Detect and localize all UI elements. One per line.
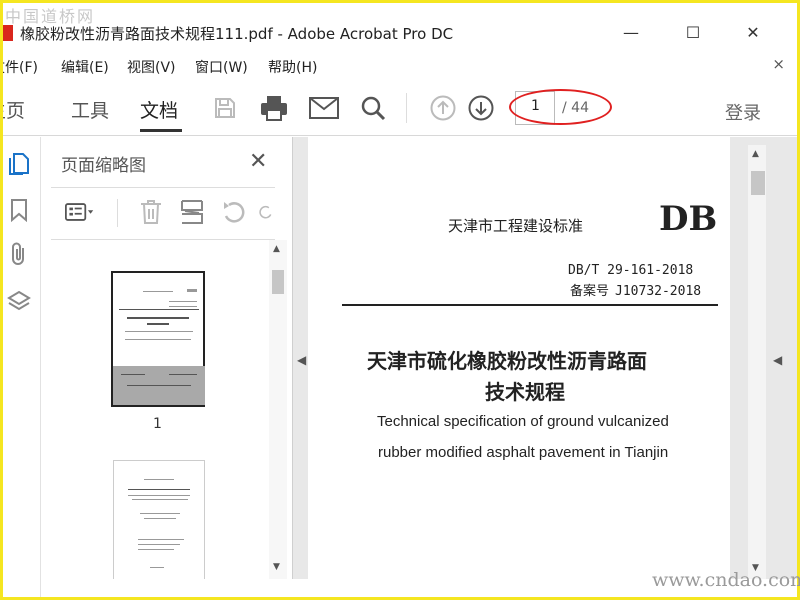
toolbar-divider [406,93,407,123]
minimize-button[interactable]: — [609,17,653,47]
undo-icon[interactable] [219,197,249,227]
menu-window[interactable]: 窗口(W) [195,57,248,77]
crop-icon[interactable] [177,197,207,227]
page-thumbnails-icon[interactable] [5,149,33,179]
menu-help[interactable]: 帮助(H) [268,57,317,77]
document-title-line-2: 技术规程 [485,380,565,404]
red-annotation-circle [509,89,612,125]
menu-view[interactable]: 视图(V) [127,57,176,77]
panel-divider [51,187,275,188]
tab-document[interactable]: 文档 [140,96,178,123]
print-icon[interactable] [258,92,290,124]
app-window: 中国道桥网 橡胶粉改性沥青路面技术规程111.pdf - Adobe Acrob… [3,3,797,597]
redo-icon[interactable] [259,197,275,227]
watermark-bottom: www.cndao.com [652,569,800,591]
page-up-icon[interactable] [427,92,459,124]
thumbnail-page-1-footer [113,366,205,405]
document-scroll-thumb[interactable] [751,171,765,195]
email-icon[interactable] [308,92,340,124]
delete-icon[interactable] [136,197,166,227]
search-icon[interactable] [357,92,389,124]
active-tab-underline [140,129,182,132]
thumbnail-options-icon[interactable] [65,197,95,227]
login-button[interactable]: 登录 [725,99,761,125]
bookmarks-icon[interactable] [5,195,33,225]
standard-header: 天津市工程建设标准 [448,217,584,235]
english-title-line-1: Technical specification of ground vulcan… [377,413,669,430]
document-view: ◀ 天津市工程建设标准 DB DB/T 29-161-2018 备案号 J1073… [293,137,797,579]
attachments-icon[interactable] [5,239,33,269]
expand-right-panel-icon[interactable]: ◀ [773,353,782,367]
panel-close-icon[interactable]: ✕ [249,149,267,174]
thumbnails-panel: 页面缩略图 ✕ 1 ▲ ▼ [41,137,293,579]
save-icon[interactable] [209,92,241,124]
close-document-icon[interactable]: × [772,55,785,73]
thumbnail-page-2[interactable] [113,460,205,579]
page-down-icon[interactable] [465,92,497,124]
navigation-rail [3,137,41,597]
registration-label: 备案号 [570,284,610,299]
main-toolbar: 主页 工具 文档 1 / 44 登录 [3,81,797,136]
doc-scroll-up-icon[interactable]: ▲ [752,149,759,159]
db-mark: DB [659,199,718,239]
document-title-line-1: 天津市硫化橡胶粉改性沥青路面 [367,349,647,373]
registration-number: 备案号 J10732-2018 [570,280,701,299]
document-scrollbar[interactable]: ▲ ▼ [748,145,766,579]
thumbnail-page-1-label: 1 [153,416,162,432]
thumbnail-scrollbar[interactable]: ▲ ▼ [269,240,287,579]
tab-tools[interactable]: 工具 [71,96,109,123]
window-title: 橡胶粉改性沥青路面技术规程111.pdf - Adobe Acrobat Pro… [20,25,454,43]
tab-home[interactable]: 主页 [3,96,25,123]
collapse-left-panel-icon[interactable]: ◀ [297,353,306,367]
scroll-down-icon[interactable]: ▼ [273,562,280,572]
standard-code: DB/T 29-161-2018 [568,263,694,278]
maximize-button[interactable]: ☐ [671,17,715,47]
panel-title: 页面缩略图 [61,156,146,176]
scroll-up-icon[interactable]: ▲ [273,244,280,254]
menu-bar: 文件(F) 编辑(E) 视图(V) 窗口(W) 帮助(H) × [3,51,797,79]
header-rule [342,304,718,306]
title-bar: 中国道桥网 橡胶粉改性沥青路面技术规程111.pdf - Adobe Acrob… [3,3,797,51]
menu-edit[interactable]: 编辑(E) [61,57,109,77]
registration-code: J10732-2018 [615,284,702,299]
thumbnail-scroll-thumb[interactable] [272,270,284,294]
layers-icon[interactable] [5,287,33,317]
close-window-button[interactable]: ✕ [731,17,775,47]
panel-tool-divider [117,199,118,227]
document-page: 天津市工程建设标准 DB DB/T 29-161-2018 备案号 J10732-… [308,137,730,579]
menu-file[interactable]: 文件(F) [3,57,38,77]
acrobat-app-icon [3,25,13,41]
thumbnail-list: 1 [41,240,269,579]
english-title-line-2: rubber modified asphalt pavement in Tian… [378,444,669,461]
